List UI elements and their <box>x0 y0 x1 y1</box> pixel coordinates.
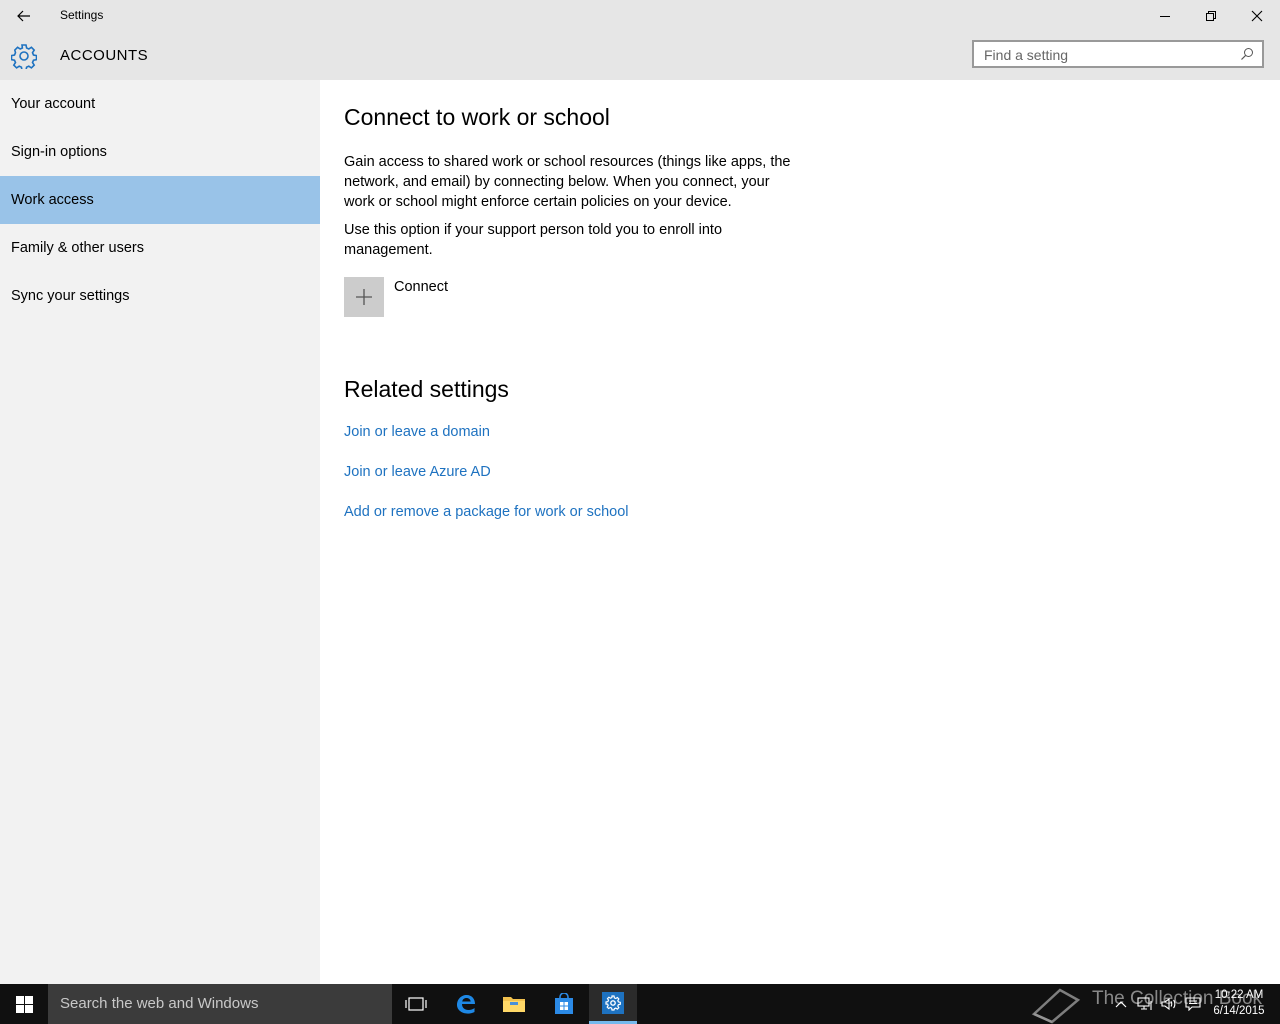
chevron-up-icon <box>1115 1001 1127 1008</box>
task-view-icon <box>405 997 427 1011</box>
network-icon <box>1137 997 1152 1010</box>
connect-label[interactable]: Connect <box>394 279 448 295</box>
windows-logo-icon <box>15 995 33 1013</box>
volume-tray-button[interactable] <box>1158 984 1180 1024</box>
sidebar-item-label: Sync your settings <box>11 288 130 304</box>
title-bar: Settings <box>0 0 1280 32</box>
main-content: Connect to work or school Gain access to… <box>320 80 1280 984</box>
sidebar-item-label: Family & other users <box>11 240 144 256</box>
minimize-icon <box>1160 16 1170 17</box>
sidebar-item-family-other-users[interactable]: Family & other users <box>0 224 320 272</box>
start-button[interactable] <box>0 984 48 1024</box>
close-button[interactable] <box>1234 0 1280 32</box>
related-settings-title: Related settings <box>344 376 509 402</box>
restore-button[interactable] <box>1188 0 1234 32</box>
join-leave-domain-link[interactable]: Join or leave a domain <box>344 424 490 440</box>
enroll-note-text: Use this option if your support person t… <box>344 222 723 258</box>
description-text: Gain access to shared work or school res… <box>344 154 791 210</box>
add-remove-package-link[interactable]: Add or remove a package for work or scho… <box>344 504 629 520</box>
search-icon[interactable] <box>1240 47 1254 61</box>
settings-header: ACCOUNTS <box>0 32 1280 80</box>
sidebar-item-your-account[interactable]: Your account <box>0 80 320 128</box>
gear-icon <box>11 44 37 69</box>
clock-date: 6/14/2015 <box>1213 1005 1265 1017</box>
minimize-button[interactable] <box>1142 0 1188 32</box>
folder-icon <box>503 997 525 1012</box>
volume-icon <box>1161 997 1176 1011</box>
action-center-button[interactable] <box>1182 984 1204 1024</box>
file-explorer-button[interactable] <box>490 984 538 1024</box>
sidebar: Your account Sign-in options Work access… <box>0 80 320 984</box>
section-title: ACCOUNTS <box>60 47 149 64</box>
show-hidden-icons-button[interactable] <box>1110 984 1132 1024</box>
sidebar-item-label: Sign-in options <box>11 144 107 160</box>
plus-icon <box>356 289 372 305</box>
store-icon <box>555 993 573 1014</box>
edge-icon <box>457 995 475 1014</box>
store-button[interactable] <box>540 984 588 1024</box>
watermark: The Collection Book <box>1030 984 1262 1024</box>
restore-icon <box>1206 11 1216 21</box>
back-arrow-icon <box>17 10 30 22</box>
notification-icon <box>1185 997 1201 1011</box>
settings-taskbar-button[interactable] <box>589 984 637 1024</box>
book-icon <box>1031 988 1081 1024</box>
edge-browser-button[interactable] <box>442 984 490 1024</box>
sidebar-item-sync-settings[interactable]: Sync your settings <box>0 272 320 320</box>
sidebar-item-work-access[interactable]: Work access <box>0 176 320 224</box>
close-icon <box>1251 10 1263 22</box>
sidebar-item-label: Your account <box>11 96 96 112</box>
window-title: Settings <box>60 8 104 22</box>
sidebar-item-label: Work access <box>11 192 94 208</box>
clock-time: 10:22 AM <box>1214 989 1264 1001</box>
sidebar-item-sign-in-options[interactable]: Sign-in options <box>0 128 320 176</box>
task-view-button[interactable] <box>392 984 440 1024</box>
search-input[interactable] <box>984 46 1234 64</box>
settings-tile <box>602 991 624 1014</box>
back-button[interactable] <box>8 0 40 32</box>
find-setting-search[interactable] <box>972 40 1264 68</box>
page-title: Connect to work or school <box>344 104 610 130</box>
join-leave-azure-ad-link[interactable]: Join or leave Azure AD <box>344 464 491 480</box>
connect-button[interactable] <box>344 277 384 317</box>
taskbar-search[interactable]: Search the web and Windows <box>48 984 392 1024</box>
taskbar-clock[interactable]: 10:22 AM 6/14/2015 <box>1206 987 1272 1019</box>
network-tray-button[interactable] <box>1134 984 1156 1024</box>
gear-icon <box>605 994 621 1011</box>
taskbar: Search the web and Windows The Collectio… <box>0 984 1280 1024</box>
taskbar-search-placeholder: Search the web and Windows <box>60 995 259 1012</box>
